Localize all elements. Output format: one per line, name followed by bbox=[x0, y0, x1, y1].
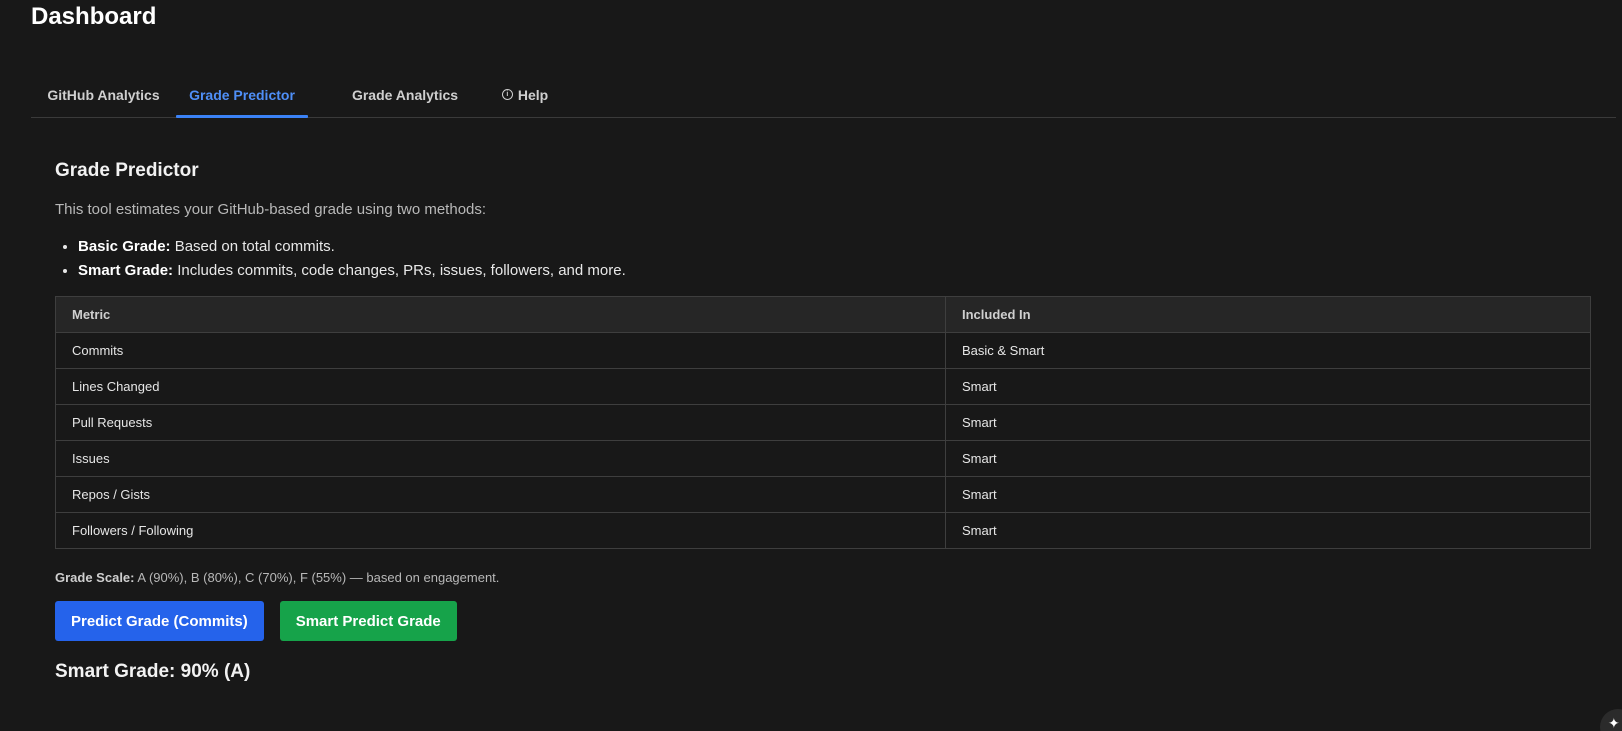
table-header-row: Metric Included In bbox=[55, 296, 1591, 333]
metric-cell: Lines Changed bbox=[55, 368, 946, 405]
table-row: Commits Basic & Smart bbox=[55, 332, 1591, 369]
method-name: Basic Grade: bbox=[78, 238, 171, 255]
table-row: Lines Changed Smart bbox=[55, 368, 1591, 405]
app-title: Dashboard bbox=[31, 3, 157, 30]
metric-cell: Followers / Following bbox=[55, 512, 946, 549]
included-in-cell: Smart bbox=[945, 368, 1591, 405]
section-title: Grade Predictor bbox=[55, 160, 199, 181]
table-row: Followers / Following Smart bbox=[55, 512, 1591, 549]
sparkle-icon: ✦ bbox=[1608, 715, 1620, 731]
method-desc: Based on total commits. bbox=[170, 238, 335, 255]
action-buttons: Predict Grade (Commits) Smart Predict Gr… bbox=[55, 601, 1591, 641]
metric-cell: Issues bbox=[55, 440, 946, 477]
included-in-cell: Smart bbox=[945, 512, 1591, 549]
tab-label: GitHub Analytics bbox=[47, 86, 160, 103]
metrics-table: Metric Included In Commits Basic & Smart… bbox=[55, 296, 1591, 549]
method-desc: Includes commits, code changes, PRs, iss… bbox=[173, 262, 626, 279]
table-row: Repos / Gists Smart bbox=[55, 476, 1591, 513]
included-in-cell: Basic & Smart bbox=[945, 332, 1591, 369]
tab-bar: GitHub Analytics Grade Predictor Grade A… bbox=[31, 72, 1616, 118]
metric-cell: Commits bbox=[55, 332, 946, 369]
list-item: Basic Grade: Based on total commits. bbox=[78, 235, 1591, 259]
grade-predictor-panel: Grade Predictor This tool estimates your… bbox=[55, 157, 1591, 684]
tab-help[interactable]: i Help bbox=[490, 72, 560, 117]
tab-label: Grade Analytics bbox=[351, 86, 459, 103]
info-icon: i bbox=[501, 89, 513, 100]
metric-cell: Repos / Gists bbox=[55, 476, 946, 513]
grade-scale-text: A (90%), B (80%), C (70%), F (55%) — bas… bbox=[134, 570, 500, 585]
predict-grade-commits-button[interactable]: Predict Grade (Commits) bbox=[55, 601, 264, 641]
smart-grade-result: Smart Grade: 90% (A) bbox=[55, 661, 251, 682]
table-row: Pull Requests Smart bbox=[55, 404, 1591, 441]
methods-list: Basic Grade: Based on total commits. Sma… bbox=[55, 235, 1591, 283]
metric-cell: Pull Requests bbox=[55, 404, 946, 441]
column-header-metric: Metric bbox=[55, 296, 946, 333]
intro-text: This tool estimates your GitHub-based gr… bbox=[55, 201, 487, 218]
included-in-cell: Smart bbox=[945, 476, 1591, 513]
grade-scale-label: Grade Scale: bbox=[55, 570, 135, 585]
included-in-cell: Smart bbox=[945, 404, 1591, 441]
table-row: Issues Smart bbox=[55, 440, 1591, 477]
column-header-included-in: Included In bbox=[945, 296, 1591, 333]
smart-predict-grade-button[interactable]: Smart Predict Grade bbox=[279, 601, 457, 641]
tab-github-analytics[interactable]: GitHub Analytics bbox=[31, 72, 176, 117]
included-in-cell: Smart bbox=[945, 440, 1591, 477]
corner-assistant-button[interactable]: ✦ bbox=[1600, 709, 1622, 731]
grade-scale: Grade Scale: A (90%), B (80%), C (70%), … bbox=[55, 569, 1591, 587]
tab-label: Grade Predictor bbox=[189, 86, 295, 103]
list-item: Smart Grade: Includes commits, code chan… bbox=[78, 259, 1591, 283]
tab-grade-predictor[interactable]: Grade Predictor bbox=[176, 72, 308, 118]
method-name: Smart Grade: bbox=[78, 262, 174, 279]
tab-grade-analytics[interactable]: Grade Analytics bbox=[320, 72, 490, 117]
page: Dashboard GitHub Analytics Grade Predict… bbox=[0, 0, 1622, 731]
tab-label: Help bbox=[517, 86, 549, 103]
